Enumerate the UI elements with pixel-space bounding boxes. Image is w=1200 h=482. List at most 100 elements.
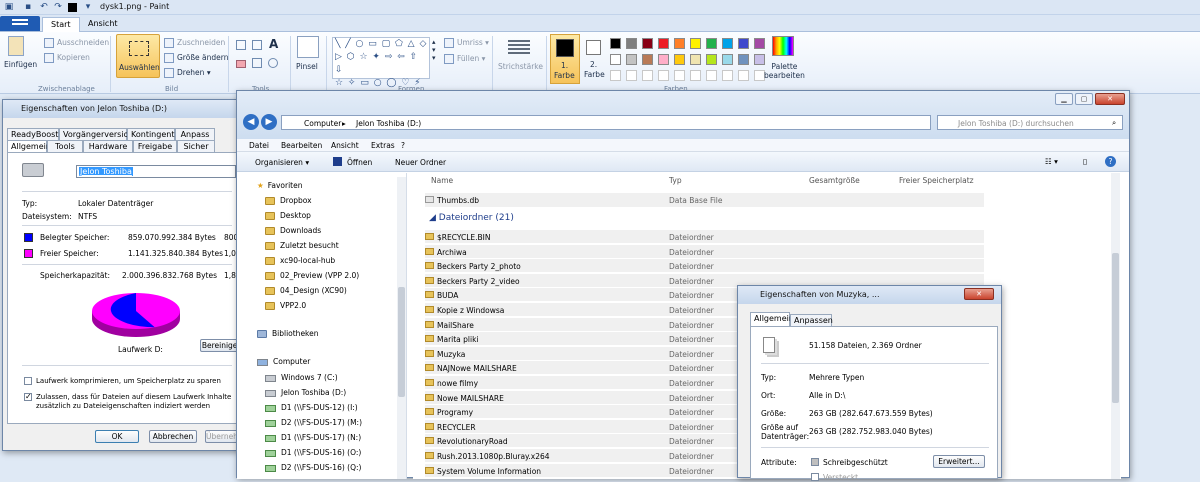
tab-general[interactable]: Allgemein (750, 312, 794, 326)
index-checkbox[interactable]: ✓ (24, 393, 32, 401)
cancel-button[interactable]: Abbrechen (149, 430, 197, 443)
color2-button[interactable]: 2. Farbe (584, 34, 606, 84)
nav-drive-item[interactable]: Windows 7 (C:) (265, 373, 338, 387)
breadcrumb-computer[interactable]: Computer (304, 119, 341, 128)
minimize-button[interactable]: ▁ (1055, 93, 1073, 105)
column-type[interactable]: Typ (669, 176, 682, 185)
column-name[interactable]: Name (431, 176, 453, 185)
paste-icon[interactable] (8, 36, 24, 56)
nav-scroll-thumb[interactable] (398, 287, 405, 397)
open-button[interactable]: Öffnen (347, 158, 372, 167)
advanced-button[interactable]: Erweitert... (933, 455, 985, 468)
folder-row[interactable]: Beckers Party 2_photo Dateiordner (425, 259, 984, 274)
new-folder-button[interactable]: Neuer Ordner (395, 158, 446, 167)
palette-swatch[interactable] (658, 54, 669, 65)
copy-button[interactable]: Kopieren (44, 53, 90, 63)
outline-button[interactable]: Umriss ▾ (444, 38, 489, 48)
readonly-checkbox[interactable] (811, 458, 819, 466)
customize-quick-access-icon[interactable]: ▾ (82, 1, 94, 13)
palette-empty-slot[interactable] (722, 70, 733, 81)
palette-swatch[interactable] (706, 54, 717, 65)
palette-swatch[interactable] (626, 54, 637, 65)
palette-swatch[interactable] (674, 54, 685, 65)
edit-colors-button[interactable]: Palette bearbeiten (764, 62, 805, 80)
palette-swatch[interactable] (706, 38, 717, 49)
palette-swatch[interactable] (674, 38, 685, 49)
tab-general[interactable]: Allgemein (7, 140, 51, 152)
breadcrumb-drive[interactable]: Jelon Toshiba (D:) (356, 119, 421, 128)
column-free-space[interactable]: Freier Speicherplatz (899, 176, 974, 185)
group-header[interactable]: ◢ Dateiordner (21) (429, 213, 514, 223)
nav-favorite-item[interactable]: 02_Preview (VPP 2.0) (265, 271, 359, 285)
palette-empty-slot[interactable] (610, 70, 621, 81)
ok-button[interactable]: OK (95, 430, 139, 443)
drive-name-input[interactable]: Jelon Toshiba (76, 165, 236, 178)
color1-button[interactable]: 1. Farbe (550, 34, 580, 84)
palette-swatch[interactable] (690, 38, 701, 49)
folder-row[interactable]: Archiwa Dateiordner (425, 244, 984, 259)
rotate-button[interactable]: Drehen ▾ (164, 68, 211, 78)
paint-menu-button[interactable] (0, 16, 40, 31)
help-icon[interactable]: ? (1105, 156, 1116, 167)
palette-empty-slot[interactable] (690, 70, 701, 81)
magnifier-icon[interactable] (268, 58, 278, 68)
tab-previous-versions[interactable]: Vorgängerversionen (59, 128, 144, 140)
nav-favorite-item[interactable]: 04_Design (XC90) (265, 286, 347, 300)
palette-swatch[interactable] (626, 38, 637, 49)
palette-empty-slot[interactable] (738, 70, 749, 81)
tab-ansicht[interactable]: Ansicht (80, 17, 126, 32)
tab-quota[interactable]: Kontingent (127, 128, 175, 140)
menu-file[interactable]: Datei (249, 141, 269, 150)
file-row-thumbs[interactable]: Thumbs.db Data Base File (425, 193, 984, 207)
size-button[interactable]: Strichstärke (498, 62, 543, 71)
nav-favorite-item[interactable]: VPP2.0 (265, 301, 306, 315)
shapes-gallery[interactable]: ╲ ╱ ○ ▭ ▢ ⬠ △ ◇ ▷ ⬡ ☆ ✦ ⇨ ⇦ ⇧ ⇩ ☆ ✧ ▭ ○ ◯ … (332, 37, 430, 88)
pencil-icon[interactable] (236, 40, 246, 50)
nav-libraries[interactable]: Bibliotheken (257, 329, 319, 343)
back-icon[interactable]: ◀ (243, 114, 259, 130)
cut-button[interactable]: Ausschneiden (44, 38, 109, 48)
nav-drive-item[interactable]: D1 (\\FS-DUS-17) (N:) (265, 433, 361, 447)
nav-scrollbar[interactable] (397, 177, 406, 479)
edit-colors-icon[interactable] (772, 36, 794, 56)
shapes-scroll-icon[interactable]: ▴ ▾ ▾ (432, 38, 436, 62)
select-button[interactable]: Auswählen (116, 34, 160, 78)
palette-swatch[interactable] (642, 54, 653, 65)
nav-favorite-item[interactable]: Zuletzt besucht (265, 241, 339, 255)
fill-icon[interactable] (252, 40, 262, 50)
color-picker-icon[interactable] (252, 58, 262, 68)
size-icon[interactable] (508, 40, 530, 54)
palette-empty-slot[interactable] (642, 70, 653, 81)
menu-view[interactable]: Ansicht (331, 141, 359, 150)
palette-swatch[interactable] (658, 38, 669, 49)
tab-start[interactable]: Start (42, 17, 80, 32)
save-icon[interactable]: ▪ (22, 1, 34, 13)
palette-empty-slot[interactable] (626, 70, 637, 81)
menu-help[interactable]: ? (401, 141, 405, 150)
resize-button[interactable]: Größe ändern (164, 53, 228, 63)
nav-favorite-item[interactable]: Downloads (265, 226, 321, 240)
nav-drive-item[interactable]: Jelon Toshiba (D:) (265, 388, 346, 402)
tab-security[interactable]: Sicher (177, 140, 215, 152)
organize-button[interactable]: Organisieren ▾ (255, 158, 309, 167)
view-options-icon[interactable]: ☷ ▾ (1045, 157, 1058, 166)
tab-readyboost[interactable]: ReadyBoost (7, 128, 59, 140)
nav-favorite-item[interactable]: Desktop (265, 211, 311, 225)
tab-hardware[interactable]: Hardware (83, 140, 133, 152)
palette-swatch[interactable] (722, 38, 733, 49)
forward-icon[interactable]: ▶ (261, 114, 277, 130)
crop-button[interactable]: Zuschneiden (164, 38, 225, 48)
nav-computer[interactable]: Computer (257, 357, 310, 371)
file-scrollbar[interactable] (1111, 173, 1120, 479)
nav-favorites[interactable]: ★ Favoriten (257, 181, 302, 195)
palette-swatch[interactable] (754, 38, 765, 49)
redo-icon[interactable]: ↷ (52, 1, 64, 13)
brushes-button[interactable]: Pinsel (296, 62, 318, 71)
maximize-button[interactable]: ▢ (1075, 93, 1093, 105)
brush-icon[interactable] (297, 36, 319, 58)
address-bar[interactable]: Computer ▸ Jelon Toshiba (D:) (281, 115, 931, 130)
search-box[interactable]: Jelon Toshiba (D:) durchsuchen ⌕ (937, 115, 1123, 130)
palette-empty-slot[interactable] (706, 70, 717, 81)
nav-drive-item[interactable]: D1 (\\FS-DUS-12) (I:) (265, 403, 358, 417)
palette-empty-slot[interactable] (658, 70, 669, 81)
